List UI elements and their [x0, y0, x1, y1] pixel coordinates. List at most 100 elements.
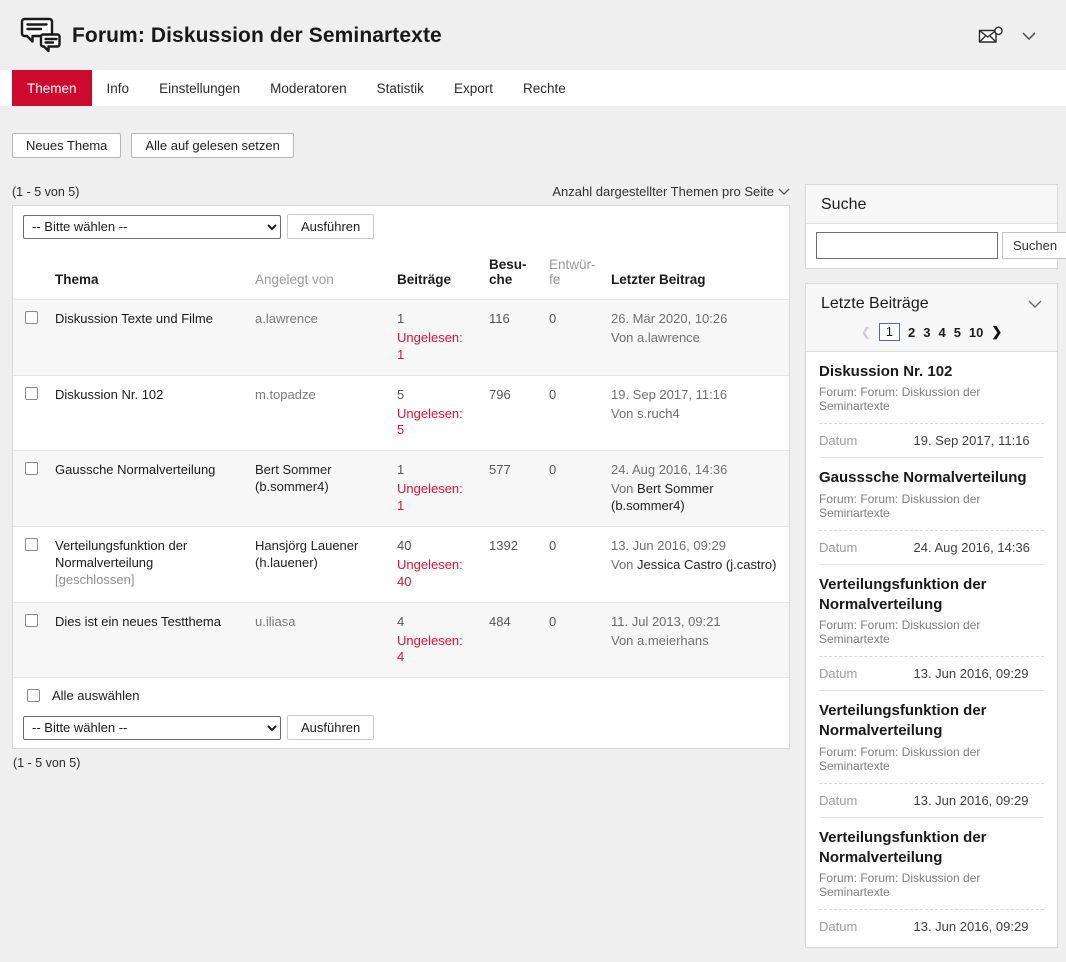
topic-note: [geschlossen]: [55, 572, 239, 589]
row-checkbox[interactable]: [25, 462, 38, 475]
topics-table: Thema Angelegt von Beiträge Besu-che Ent…: [13, 247, 789, 677]
collapse-chevron-icon[interactable]: [1028, 300, 1042, 308]
topic-link[interactable]: Dies ist ein neues Testthema: [55, 614, 221, 629]
date-label: Datum: [819, 540, 914, 555]
notify-mail-icon[interactable]: [978, 26, 1004, 46]
main-column: (1 - 5 von 5) Anzahl dargestellter Theme…: [12, 184, 790, 770]
last-post-date: 19. Sep 2017, 11:16: [611, 387, 781, 404]
new-topic-button[interactable]: Neues Thema: [12, 133, 121, 158]
topic-link[interactable]: Verteilungsfunktion der Normalverteilung: [55, 538, 187, 570]
per-page-toggle[interactable]: Anzahl dargestellter Themen pro Seite: [552, 184, 790, 199]
recent-post-title[interactable]: Verteilungsfunktion der Normalverteilung: [819, 701, 1044, 742]
search-button[interactable]: Suchen: [1002, 232, 1066, 259]
select-all-row: Alle auswählen: [13, 677, 789, 707]
table-row: Gaussche Normalverteilung Bert Sommer (b…: [13, 451, 789, 527]
unread-count[interactable]: Ungelesen: 4: [397, 633, 473, 667]
dashed-divider: [819, 656, 1044, 657]
topics-panel: -- Bitte wählen -- Ausführen Thema Angel…: [12, 205, 790, 749]
tab-moderatoren[interactable]: Moderatoren: [255, 70, 362, 106]
mark-all-read-button[interactable]: Alle auf gelesen setzen: [131, 133, 293, 158]
unread-count[interactable]: Ungelesen: 40: [397, 557, 473, 591]
topic-link[interactable]: Diskussion Nr. 102: [55, 387, 163, 402]
posts-count: 5: [397, 387, 404, 402]
visits-count: 1392: [489, 538, 518, 553]
date-value: 13. Jun 2016, 09:29: [914, 666, 1029, 681]
date-label: Datum: [819, 793, 914, 808]
date-value: 24. Aug 2016, 14:36: [914, 540, 1030, 555]
visits-count: 577: [489, 462, 511, 477]
bulk-toolbar-bottom: -- Bitte wählen -- Ausführen: [13, 707, 789, 748]
header-checkbox-spacer: [13, 247, 47, 300]
pagination-page[interactable]: 10: [969, 325, 983, 340]
drafts-count: 0: [549, 311, 556, 326]
column-letzter-beitrag[interactable]: Letzter Beitrag: [603, 247, 789, 300]
pagination-page[interactable]: 5: [954, 325, 961, 340]
visits-count: 116: [489, 311, 510, 326]
row-checkbox[interactable]: [25, 614, 38, 627]
row-checkbox[interactable]: [25, 387, 38, 400]
topic-author[interactable]: Hansjörg Lauener (h.lauener): [255, 538, 358, 570]
tab-statistik[interactable]: Statistik: [362, 70, 439, 106]
execute-button-bottom[interactable]: Ausführen: [287, 715, 374, 740]
pagination-page[interactable]: 3: [923, 325, 930, 340]
recent-post-forum: Forum: Forum: Diskussion der Seminartext…: [819, 871, 1044, 899]
recent-post-title[interactable]: Diskussion Nr. 102: [819, 362, 1044, 382]
recent-post-title[interactable]: Verteilungsfunktion der Normalverteilung: [819, 828, 1044, 869]
posts-count: 1: [397, 462, 404, 477]
posts-count: 40: [397, 538, 411, 553]
topic-author: u.iliasa: [255, 614, 295, 629]
column-beitraege[interactable]: Beiträge: [389, 247, 481, 300]
unread-count[interactable]: Ungelesen: 5: [397, 406, 473, 440]
search-panel-title: Suche: [821, 196, 866, 214]
drafts-count: 0: [549, 387, 556, 402]
last-post-date: 13. Jun 2016, 09:29: [611, 538, 781, 555]
search-input[interactable]: [816, 232, 998, 259]
last-post-author-name: s.ruch4: [637, 406, 680, 421]
chevron-down-icon: [778, 188, 790, 195]
row-checkbox[interactable]: [25, 538, 38, 551]
recent-post-date-row: Datum 13. Jun 2016, 09:29: [819, 919, 1044, 934]
recent-post-title[interactable]: Verteilungsfunktion der Normalverteilung: [819, 575, 1044, 616]
date-value: 13. Jun 2016, 09:29: [914, 919, 1029, 934]
tab-rechte[interactable]: Rechte: [508, 70, 581, 106]
tab-einstellungen[interactable]: Einstellungen: [144, 70, 255, 106]
header-actions: [978, 26, 1050, 46]
visits-count: 796: [489, 387, 511, 402]
recent-post-title[interactable]: Gausssche Normalverteilung: [819, 468, 1044, 488]
date-value: 13. Jun 2016, 09:29: [914, 793, 1029, 808]
topic-author[interactable]: Bert Sommer (b.sommer4): [255, 462, 332, 494]
recent-post-item: Diskussion Nr. 102 Forum: Forum: Diskuss…: [819, 352, 1044, 457]
last-post-author-name[interactable]: Jessica Castro (j.castro): [637, 557, 776, 572]
tab-export[interactable]: Export: [439, 70, 508, 106]
execute-button-top[interactable]: Ausführen: [287, 214, 374, 239]
last-post-date: 11. Jul 2013, 09:21: [611, 614, 781, 631]
search-panel-body: Suchen: [806, 223, 1057, 268]
last-post-author: Von Bert Sommer (b.sommer4): [611, 481, 781, 515]
recent-post-date-row: Datum 24. Aug 2016, 14:36: [819, 540, 1044, 555]
sidebar: Suche Suchen Letzte Beiträge ❮ 1 2 3 4: [805, 184, 1058, 962]
tab-info[interactable]: Info: [92, 70, 145, 106]
row-checkbox[interactable]: [25, 311, 38, 324]
column-thema[interactable]: Thema: [47, 247, 247, 300]
tab-themen[interactable]: Themen: [12, 70, 92, 106]
pagination-page[interactable]: 2: [908, 325, 915, 340]
bulk-action-select-top[interactable]: -- Bitte wählen --: [23, 215, 281, 239]
unread-count[interactable]: Ungelesen: 1: [397, 330, 473, 364]
column-besuche[interactable]: Besu-che: [481, 247, 541, 300]
topic-link[interactable]: Gaussche Normalverteilung: [55, 462, 215, 477]
range-top: (1 - 5 von 5): [12, 185, 79, 199]
recent-post-date-row: Datum 19. Sep 2017, 11:16: [819, 433, 1044, 448]
von-label: Von: [611, 330, 633, 345]
select-all-checkbox[interactable]: [27, 689, 40, 702]
topic-link[interactable]: Diskussion Texte und Filme: [55, 311, 213, 326]
pagination-page[interactable]: 4: [938, 325, 945, 340]
recent-post-item: Verteilungsfunktion der Normalverteilung…: [819, 817, 1044, 944]
date-label: Datum: [819, 666, 914, 681]
posts-count: 4: [397, 614, 404, 629]
bulk-action-select-bottom[interactable]: -- Bitte wählen --: [23, 716, 281, 740]
unread-count[interactable]: Ungelesen: 1: [397, 481, 473, 515]
pagination-prev-icon: ❮: [861, 325, 871, 339]
pagination-next-icon[interactable]: ❯: [991, 324, 1002, 340]
header-chevron-down-icon[interactable]: [1022, 32, 1036, 40]
table-row: Diskussion Nr. 102 m.topadze 5 Ungelesen…: [13, 375, 789, 451]
